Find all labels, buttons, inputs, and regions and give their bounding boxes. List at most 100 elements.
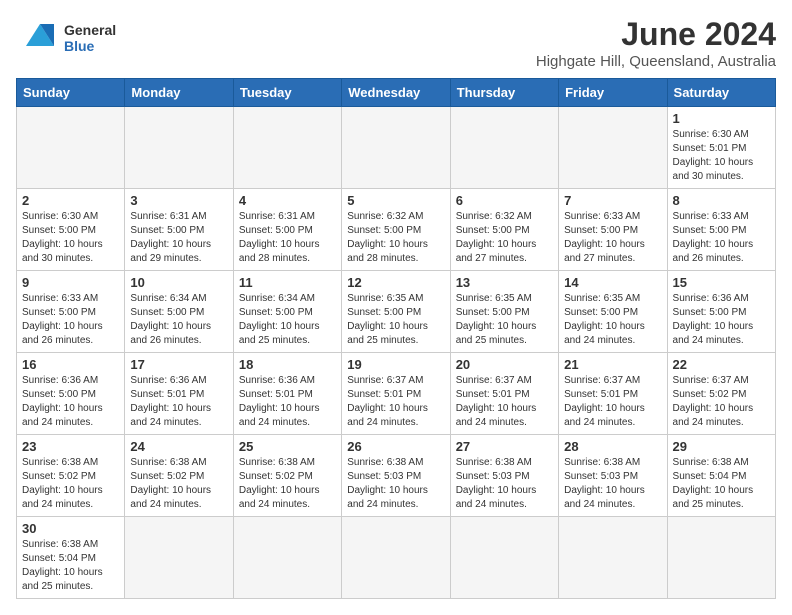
day-number: 2 <box>22 193 119 208</box>
logo: GeneralBlue <box>16 16 116 60</box>
day-info: Sunrise: 6:35 AM Sunset: 5:00 PM Dayligh… <box>347 292 444 348</box>
day-cell <box>450 107 558 189</box>
day-cell: 7 Sunrise: 6:33 AM Sunset: 5:00 PM Daylig… <box>559 189 667 271</box>
day-cell: 26 Sunrise: 6:38 AM Sunset: 5:03 PM Dayli… <box>342 435 450 517</box>
day-info: Sunrise: 6:38 AM Sunset: 5:02 PM Dayligh… <box>22 456 119 512</box>
day-info: Sunrise: 6:33 AM Sunset: 5:00 PM Dayligh… <box>673 210 770 266</box>
day-info: Sunrise: 6:31 AM Sunset: 5:00 PM Dayligh… <box>239 210 336 266</box>
header-cell-saturday: Saturday <box>667 79 775 107</box>
week-row-4: 16 Sunrise: 6:36 AM Sunset: 5:00 PM Dayli… <box>17 353 776 435</box>
day-number: 23 <box>22 439 119 454</box>
day-info: Sunrise: 6:38 AM Sunset: 5:02 PM Dayligh… <box>239 456 336 512</box>
day-info: Sunrise: 6:35 AM Sunset: 5:00 PM Dayligh… <box>564 292 661 348</box>
day-info: Sunrise: 6:38 AM Sunset: 5:03 PM Dayligh… <box>347 456 444 512</box>
day-number: 1 <box>673 111 770 126</box>
header-cell-thursday: Thursday <box>450 79 558 107</box>
day-info: Sunrise: 6:30 AM Sunset: 5:01 PM Dayligh… <box>673 128 770 184</box>
day-cell: 14 Sunrise: 6:35 AM Sunset: 5:00 PM Dayli… <box>559 271 667 353</box>
day-cell: 2 Sunrise: 6:30 AM Sunset: 5:00 PM Daylig… <box>17 189 125 271</box>
day-cell: 23 Sunrise: 6:38 AM Sunset: 5:02 PM Dayli… <box>17 435 125 517</box>
day-cell: 29 Sunrise: 6:38 AM Sunset: 5:04 PM Dayli… <box>667 435 775 517</box>
day-cell <box>559 107 667 189</box>
day-number: 19 <box>347 357 444 372</box>
day-info: Sunrise: 6:36 AM Sunset: 5:00 PM Dayligh… <box>22 374 119 430</box>
day-cell: 28 Sunrise: 6:38 AM Sunset: 5:03 PM Dayli… <box>559 435 667 517</box>
day-number: 24 <box>130 439 227 454</box>
day-info: Sunrise: 6:34 AM Sunset: 5:00 PM Dayligh… <box>130 292 227 348</box>
day-info: Sunrise: 6:37 AM Sunset: 5:01 PM Dayligh… <box>564 374 661 430</box>
calendar-header-row: SundayMondayTuesdayWednesdayThursdayFrid… <box>17 79 776 107</box>
day-number: 20 <box>456 357 553 372</box>
day-info: Sunrise: 6:37 AM Sunset: 5:02 PM Dayligh… <box>673 374 770 430</box>
day-cell: 18 Sunrise: 6:36 AM Sunset: 5:01 PM Dayli… <box>233 353 341 435</box>
day-info: Sunrise: 6:33 AM Sunset: 5:00 PM Dayligh… <box>22 292 119 348</box>
day-info: Sunrise: 6:36 AM Sunset: 5:01 PM Dayligh… <box>130 374 227 430</box>
day-info: Sunrise: 6:37 AM Sunset: 5:01 PM Dayligh… <box>456 374 553 430</box>
day-cell <box>342 107 450 189</box>
calendar-title: June 2024 <box>536 16 776 53</box>
day-number: 30 <box>22 521 119 536</box>
day-cell: 20 Sunrise: 6:37 AM Sunset: 5:01 PM Dayli… <box>450 353 558 435</box>
day-cell: 27Sunrise: 6:38 AM Sunset: 5:03 PM Dayli… <box>450 435 558 517</box>
header-cell-wednesday: Wednesday <box>342 79 450 107</box>
day-cell <box>125 107 233 189</box>
day-number: 10 <box>130 275 227 290</box>
day-number: 14 <box>564 275 661 290</box>
header: GeneralBlue June 2024 Highgate Hill, Que… <box>16 16 776 70</box>
header-cell-sunday: Sunday <box>17 79 125 107</box>
day-number: 6 <box>456 193 553 208</box>
day-cell: 24 Sunrise: 6:38 AM Sunset: 5:02 PM Dayli… <box>125 435 233 517</box>
week-row-1: 1 Sunrise: 6:30 AM Sunset: 5:01 PM Daylig… <box>17 107 776 189</box>
day-cell: 22 Sunrise: 6:37 AM Sunset: 5:02 PM Dayli… <box>667 353 775 435</box>
day-cell: 6Sunrise: 6:32 AM Sunset: 5:00 PM Daylig… <box>450 189 558 271</box>
day-info: Sunrise: 6:38 AM Sunset: 5:04 PM Dayligh… <box>22 538 119 594</box>
day-info: Sunrise: 6:31 AM Sunset: 5:00 PM Dayligh… <box>130 210 227 266</box>
day-cell: 17 Sunrise: 6:36 AM Sunset: 5:01 PM Dayli… <box>125 353 233 435</box>
day-number: 3 <box>130 193 227 208</box>
day-number: 22 <box>673 357 770 372</box>
day-info: Sunrise: 6:36 AM Sunset: 5:00 PM Dayligh… <box>673 292 770 348</box>
logo-graphic <box>16 16 60 60</box>
day-cell: 5Sunrise: 6:32 AM Sunset: 5:00 PM Daylig… <box>342 189 450 271</box>
day-info: Sunrise: 6:38 AM Sunset: 5:03 PM Dayligh… <box>564 456 661 512</box>
day-info: Sunrise: 6:33 AM Sunset: 5:00 PM Dayligh… <box>564 210 661 266</box>
day-info: Sunrise: 6:38 AM Sunset: 5:04 PM Dayligh… <box>673 456 770 512</box>
day-cell: 4Sunrise: 6:31 AM Sunset: 5:00 PM Daylig… <box>233 189 341 271</box>
day-number: 16 <box>22 357 119 372</box>
day-cell <box>342 517 450 599</box>
day-cell: 16 Sunrise: 6:36 AM Sunset: 5:00 PM Dayli… <box>17 353 125 435</box>
day-number: 29 <box>673 439 770 454</box>
day-cell: 11Sunrise: 6:34 AM Sunset: 5:00 PM Dayli… <box>233 271 341 353</box>
day-cell: 30 Sunrise: 6:38 AM Sunset: 5:04 PM Dayli… <box>17 517 125 599</box>
day-cell: 13 Sunrise: 6:35 AM Sunset: 5:00 PM Dayli… <box>450 271 558 353</box>
day-cell: 8Sunrise: 6:33 AM Sunset: 5:00 PM Daylig… <box>667 189 775 271</box>
week-row-3: 9Sunrise: 6:33 AM Sunset: 5:00 PM Daylig… <box>17 271 776 353</box>
day-info: Sunrise: 6:37 AM Sunset: 5:01 PM Dayligh… <box>347 374 444 430</box>
day-cell <box>125 517 233 599</box>
day-cell: 1 Sunrise: 6:30 AM Sunset: 5:01 PM Daylig… <box>667 107 775 189</box>
calendar-subtitle: Highgate Hill, Queensland, Australia <box>536 53 776 70</box>
day-cell: 3 Sunrise: 6:31 AM Sunset: 5:00 PM Daylig… <box>125 189 233 271</box>
day-number: 18 <box>239 357 336 372</box>
day-cell: 15Sunrise: 6:36 AM Sunset: 5:00 PM Dayli… <box>667 271 775 353</box>
week-row-2: 2 Sunrise: 6:30 AM Sunset: 5:00 PM Daylig… <box>17 189 776 271</box>
day-cell <box>559 517 667 599</box>
day-info: Sunrise: 6:35 AM Sunset: 5:00 PM Dayligh… <box>456 292 553 348</box>
day-number: 12 <box>347 275 444 290</box>
header-cell-monday: Monday <box>125 79 233 107</box>
day-cell <box>233 107 341 189</box>
day-number: 28 <box>564 439 661 454</box>
day-number: 7 <box>564 193 661 208</box>
day-info: Sunrise: 6:30 AM Sunset: 5:00 PM Dayligh… <box>22 210 119 266</box>
header-cell-friday: Friday <box>559 79 667 107</box>
day-info: Sunrise: 6:34 AM Sunset: 5:00 PM Dayligh… <box>239 292 336 348</box>
day-info: Sunrise: 6:36 AM Sunset: 5:01 PM Dayligh… <box>239 374 336 430</box>
day-number: 26 <box>347 439 444 454</box>
day-number: 13 <box>456 275 553 290</box>
day-cell: 21 Sunrise: 6:37 AM Sunset: 5:01 PM Dayli… <box>559 353 667 435</box>
header-cell-tuesday: Tuesday <box>233 79 341 107</box>
day-number: 17 <box>130 357 227 372</box>
day-cell: 25Sunrise: 6:38 AM Sunset: 5:02 PM Dayli… <box>233 435 341 517</box>
day-number: 21 <box>564 357 661 372</box>
day-info: Sunrise: 6:38 AM Sunset: 5:02 PM Dayligh… <box>130 456 227 512</box>
